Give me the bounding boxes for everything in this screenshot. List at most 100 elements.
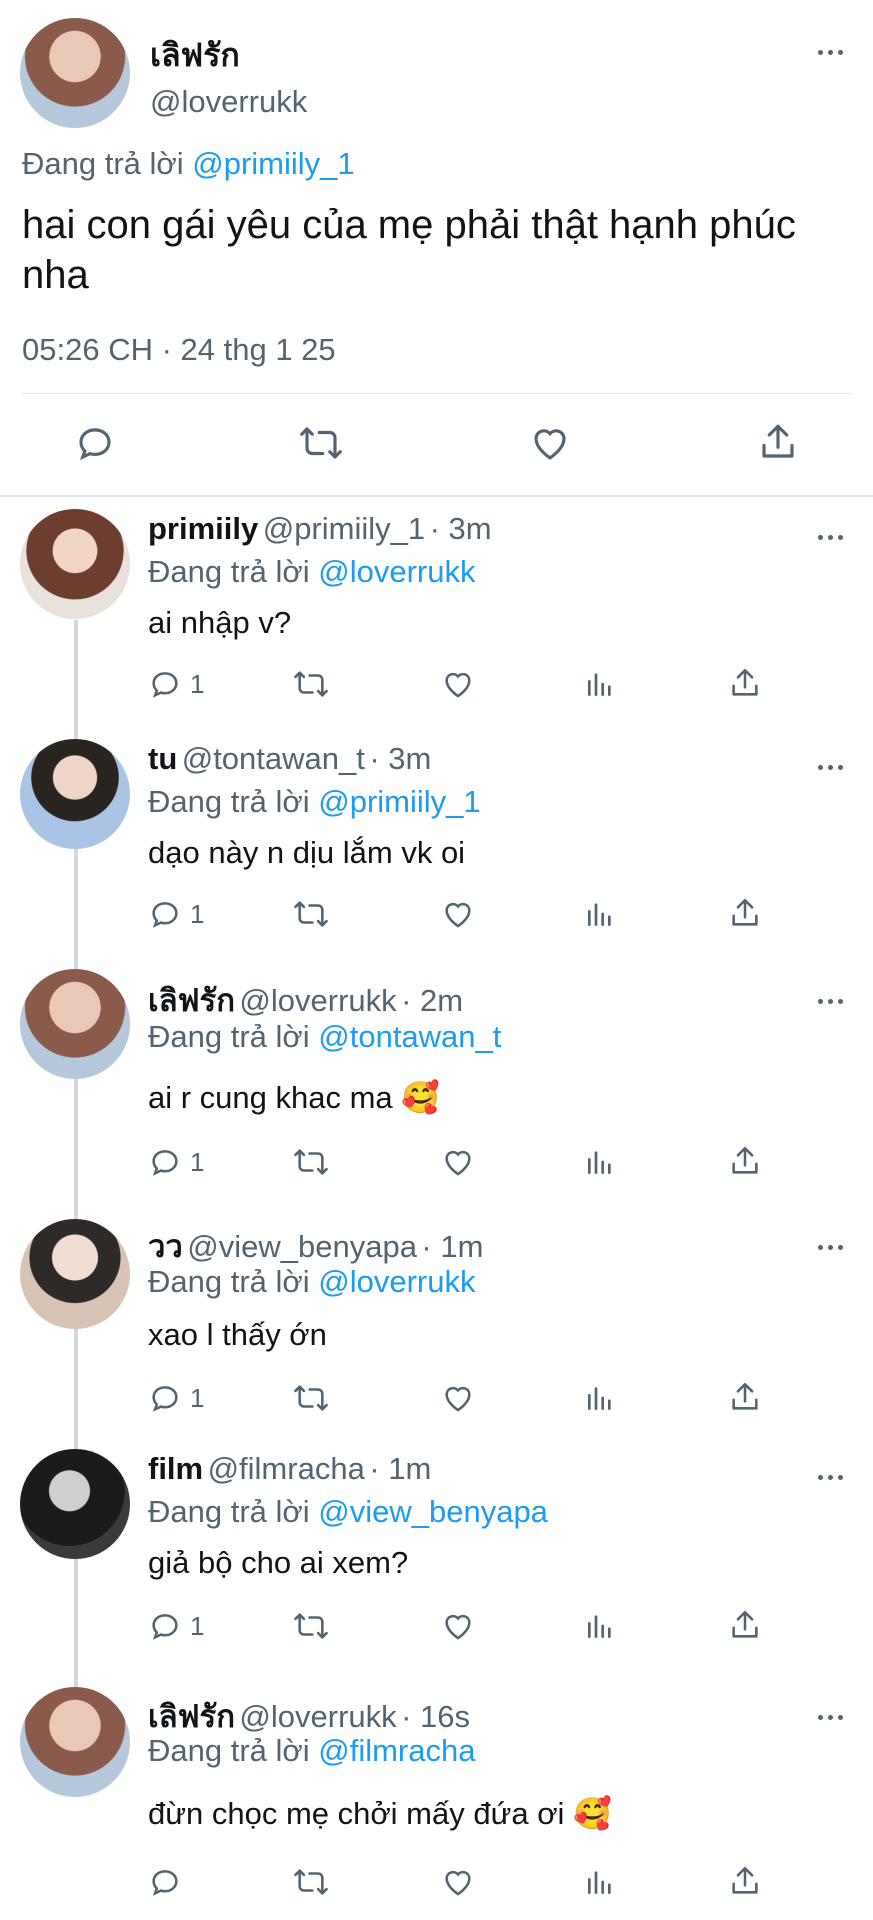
reply-time[interactable]: · 1m xyxy=(369,1451,431,1486)
main-divider xyxy=(22,393,852,394)
reply-avatar[interactable] xyxy=(20,739,130,849)
share-button[interactable] xyxy=(728,1863,762,1904)
heart-icon xyxy=(445,1870,471,1896)
views-icon xyxy=(588,1871,611,1894)
reply-time[interactable]: · 2m xyxy=(401,983,463,1018)
more-options-button[interactable] xyxy=(810,42,850,62)
reply-item[interactable]: tu @tontawan_t · 3m Đang trả lời @primii… xyxy=(0,735,873,957)
replying-to-link[interactable]: @primiily_1 xyxy=(192,146,354,181)
like-button[interactable] xyxy=(440,1381,476,1420)
reply-time[interactable]: · 3m xyxy=(369,741,431,776)
views-button[interactable] xyxy=(584,1609,616,1648)
reply-avatar[interactable] xyxy=(20,1449,130,1559)
views-icon xyxy=(588,1387,611,1410)
reply-item[interactable]: primiily @primiily_1 · 3m Đang trả lời @… xyxy=(0,505,873,727)
reply-handle[interactable]: @loverrukk xyxy=(239,1699,396,1734)
reply-time[interactable]: · 1m xyxy=(421,1229,483,1264)
reply-more-button[interactable] xyxy=(810,757,850,777)
views-button[interactable] xyxy=(584,1381,616,1420)
reply-handle[interactable]: @tontawan_t xyxy=(182,741,365,776)
reply-handle[interactable]: @primiily_1 xyxy=(263,511,425,546)
reply-button[interactable]: 1 xyxy=(148,897,204,931)
reply-more-button[interactable] xyxy=(810,527,850,547)
reply-more-button[interactable] xyxy=(810,1467,850,1487)
retweet-button[interactable] xyxy=(292,1609,330,1648)
replying-to-link[interactable]: @loverrukk xyxy=(318,1264,475,1299)
retweet-button[interactable] xyxy=(292,667,330,706)
reply-display-name[interactable]: วว xyxy=(148,1229,183,1264)
share-button[interactable] xyxy=(728,665,762,706)
reply-time[interactable]: · 3m xyxy=(430,511,492,546)
reply-icon xyxy=(152,672,178,698)
reply-avatar[interactable] xyxy=(20,1219,130,1329)
share-button[interactable] xyxy=(728,1379,762,1420)
reply-avatar[interactable] xyxy=(20,509,130,619)
replying-to-link[interactable]: @view_benyapa xyxy=(318,1494,548,1529)
reply-handle[interactable]: @loverrukk xyxy=(239,983,396,1018)
retweet-button[interactable] xyxy=(292,897,330,936)
main-like-button[interactable] xyxy=(528,422,572,469)
like-button[interactable] xyxy=(440,1865,476,1904)
like-button[interactable] xyxy=(440,897,476,936)
reply-item[interactable]: วว @view_benyapa · 1m Đang trả lời @love… xyxy=(0,1215,873,1437)
more-icon xyxy=(817,1244,823,1250)
retweet-button[interactable] xyxy=(292,1865,330,1904)
reply-display-name[interactable]: film xyxy=(148,1451,203,1486)
reply-text: ai r cung khac ma 🥰 xyxy=(148,1080,440,1115)
reply-display-name[interactable]: primiily xyxy=(148,511,258,546)
share-button[interactable] xyxy=(728,895,762,936)
reply-avatar[interactable] xyxy=(20,969,130,1079)
main-avatar[interactable] xyxy=(20,18,130,128)
views-button[interactable] xyxy=(584,1145,616,1184)
reply-display-name[interactable]: เลิฟรัก xyxy=(148,1699,235,1734)
reply-item[interactable]: เลิฟรัก @loverrukk · 16s Đang trả lời @f… xyxy=(0,1687,873,1920)
retweet-button[interactable] xyxy=(292,1381,330,1420)
reply-time[interactable]: · 16s xyxy=(401,1699,470,1734)
views-icon xyxy=(588,1151,611,1174)
replying-to-link[interactable]: @filmracha xyxy=(318,1733,475,1768)
reply-button[interactable] xyxy=(148,1865,190,1899)
main-share-button[interactable] xyxy=(757,420,799,469)
reply-display-name[interactable]: tu xyxy=(148,741,177,776)
main-display-name[interactable]: เลิฟรัก xyxy=(150,30,240,81)
main-tweet-text: hai con gái yêu của mẹ phải thật hạnh ph… xyxy=(22,203,796,297)
more-icon xyxy=(817,764,823,770)
reply-avatar[interactable] xyxy=(20,1687,130,1797)
replying-to-link[interactable]: @loverrukk xyxy=(318,554,475,589)
retweet-icon xyxy=(294,1385,328,1411)
reply-icon xyxy=(79,428,111,461)
retweet-icon xyxy=(294,671,328,697)
share-button[interactable] xyxy=(728,1607,762,1648)
reply-button[interactable]: 1 xyxy=(148,667,204,701)
views-button[interactable] xyxy=(584,1865,616,1904)
main-retweet-button[interactable] xyxy=(298,422,344,469)
like-button[interactable] xyxy=(440,667,476,706)
like-button[interactable] xyxy=(440,1145,476,1184)
reply-button[interactable]: 1 xyxy=(148,1609,204,1643)
share-icon xyxy=(732,668,758,696)
reply-more-button[interactable] xyxy=(810,991,850,1011)
main-handle[interactable]: @loverrukk xyxy=(150,84,307,120)
main-timestamp[interactable]: 05:26 CH · 24 thg 1 25 xyxy=(22,332,336,368)
reply-item[interactable]: เลิฟรัก @loverrukk · 2m Đang trả lời @to… xyxy=(0,965,873,1203)
heart-icon xyxy=(445,1150,471,1176)
reply-handle[interactable]: @view_benyapa xyxy=(187,1229,417,1264)
reply-icon xyxy=(152,1614,178,1640)
reply-item[interactable]: film @filmracha · 1m Đang trả lời @view_… xyxy=(0,1445,873,1667)
share-button[interactable] xyxy=(728,1143,762,1184)
views-button[interactable] xyxy=(584,897,616,936)
reply-more-button[interactable] xyxy=(810,1707,850,1727)
views-button[interactable] xyxy=(584,667,616,706)
reply-button[interactable]: 1 xyxy=(148,1381,204,1415)
share-icon xyxy=(732,1610,758,1638)
replying-to-link[interactable]: @tontawan_t xyxy=(318,1019,501,1054)
main-reply-button[interactable] xyxy=(74,422,116,469)
replying-to-link[interactable]: @primiily_1 xyxy=(318,784,480,819)
retweet-button[interactable] xyxy=(292,1145,330,1184)
like-button[interactable] xyxy=(440,1609,476,1648)
reply-more-button[interactable] xyxy=(810,1237,850,1257)
reply-handle[interactable]: @filmracha xyxy=(208,1451,365,1486)
reply-text: ai nhập v? xyxy=(148,605,292,640)
reply-button[interactable]: 1 xyxy=(148,1145,204,1179)
reply-display-name[interactable]: เลิฟรัก xyxy=(148,983,235,1018)
